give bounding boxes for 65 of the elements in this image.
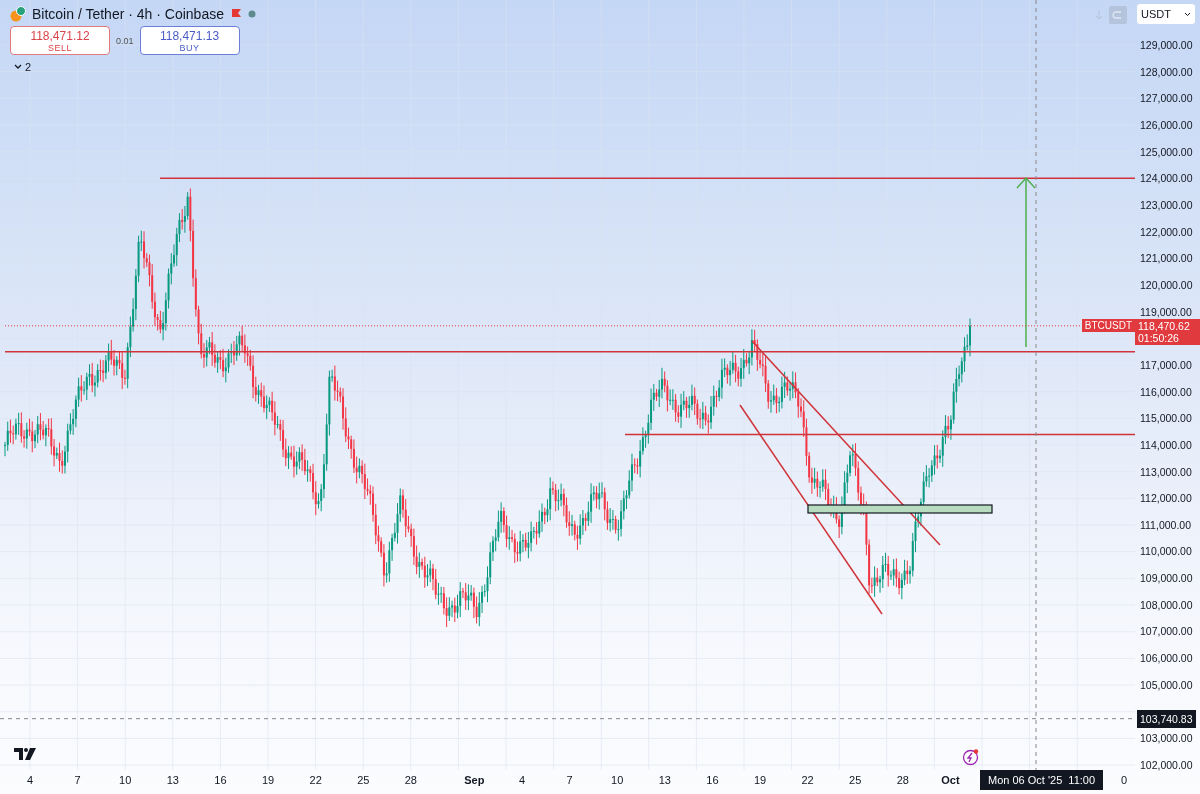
sell-button[interactable]: 118,471.12 SELL bbox=[10, 26, 110, 55]
time-tick: 13 bbox=[166, 774, 179, 786]
price-tick: 102,000.00 bbox=[1139, 757, 1194, 773]
time-tick: 13 bbox=[658, 774, 671, 786]
price-tick: 109,000.00 bbox=[1139, 571, 1194, 587]
symbol-title: Bitcoin / Tether · 4h · Coinbase bbox=[32, 6, 224, 22]
price-tick: 121,000.00 bbox=[1139, 251, 1194, 267]
bar-countdown: 01:50:26 bbox=[1138, 331, 1179, 344]
time-tick: Oct bbox=[941, 774, 960, 786]
time-tick: 4 bbox=[518, 774, 526, 786]
time-tick: 7 bbox=[566, 774, 573, 786]
time-tick: 7 bbox=[74, 774, 81, 786]
buy-button[interactable]: 118,471.13 BUY bbox=[139, 26, 240, 55]
lightning-icon[interactable] bbox=[962, 748, 980, 766]
price-tick: 116,000.00 bbox=[1139, 384, 1193, 400]
price-tick: 128,000.00 bbox=[1139, 64, 1194, 80]
price-tick: 111,000.00 bbox=[1139, 517, 1192, 533]
price-tick: 125,000.00 bbox=[1139, 144, 1194, 160]
time-tick: Sep bbox=[464, 774, 485, 786]
time-tick: 28 bbox=[896, 774, 909, 786]
spread-value: 0.01 bbox=[116, 35, 134, 46]
time-tick: 19 bbox=[753, 774, 767, 786]
time-tick: 16 bbox=[214, 774, 227, 786]
time-tick: 0 bbox=[1120, 774, 1128, 786]
price-tick: 127,000.00 bbox=[1139, 91, 1194, 107]
time-tick: 10 bbox=[119, 774, 132, 786]
time-tick: 10 bbox=[611, 774, 624, 786]
flag-icon[interactable] bbox=[229, 8, 242, 20]
price-tick: 107,000.00 bbox=[1139, 624, 1194, 640]
crosshair-price-label: 103,740.83 bbox=[1137, 709, 1196, 728]
price-tick: 114,000.00 bbox=[1139, 437, 1193, 453]
logo-icon bbox=[14, 748, 38, 760]
price-tick: 110,000.00 bbox=[1139, 544, 1193, 560]
price-tick: 126,000.00 bbox=[1139, 118, 1194, 133]
price-tick: 115,000.00 bbox=[1139, 411, 1193, 427]
price-tick: 105,000.00 bbox=[1139, 677, 1194, 693]
time-tick: 4 bbox=[26, 774, 34, 786]
price-tick: 124,000.00 bbox=[1139, 171, 1194, 187]
time-tick: 25 bbox=[357, 774, 370, 786]
time-tick: 16 bbox=[706, 774, 719, 786]
price-tick: 108,000.00 bbox=[1139, 597, 1194, 613]
currency-select[interactable]: USDT bbox=[1137, 4, 1195, 24]
chevron-down-icon bbox=[14, 64, 22, 70]
coin-icon bbox=[10, 6, 26, 22]
time-tick: 25 bbox=[849, 774, 862, 786]
symbol-tag: BTCUSDT bbox=[1081, 318, 1135, 332]
price-tick: 129,000.00 bbox=[1139, 38, 1194, 53]
time-tick: 22 bbox=[801, 774, 814, 786]
indicators-toggle[interactable]: 2 bbox=[10, 59, 36, 75]
price-tick: 122,000.00 bbox=[1139, 224, 1194, 240]
price-tick: 113,000.00 bbox=[1139, 464, 1193, 480]
price-tick: 123,000.00 bbox=[1139, 197, 1194, 213]
time-tick: 19 bbox=[261, 774, 275, 786]
time-tick: 22 bbox=[309, 774, 322, 786]
price-tick: 120,000.00 bbox=[1139, 277, 1194, 293]
status-dot-icon bbox=[247, 10, 256, 18]
last-price: 118,470.62 bbox=[1138, 319, 1191, 332]
chevron-down-icon bbox=[1184, 11, 1191, 17]
price-tick: 103,000.00 bbox=[1139, 731, 1194, 747]
time-tick: 28 bbox=[404, 774, 417, 786]
price-tick: 119,000.00 bbox=[1139, 304, 1193, 320]
crosshair-time-label: Mon 06 Oct '25 11:00 bbox=[980, 770, 1104, 790]
price-tick: 117,000.00 bbox=[1139, 357, 1193, 373]
price-tick: 112,000.00 bbox=[1139, 491, 1193, 507]
price-tick: 106,000.00 bbox=[1139, 651, 1194, 667]
